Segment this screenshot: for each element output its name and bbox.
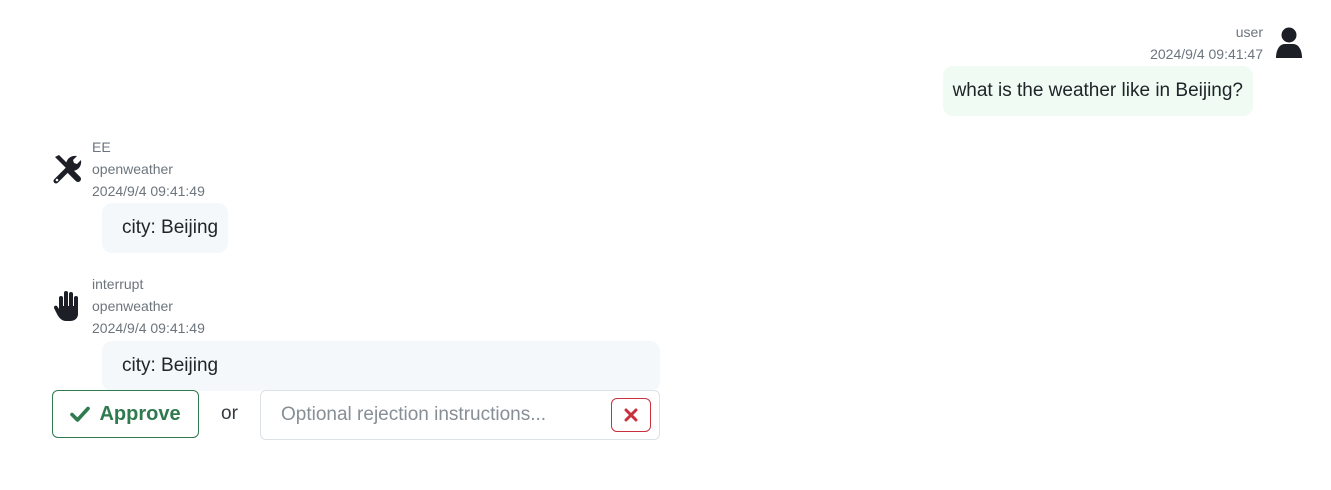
interrupt-timestamp: 2024/9/4 09:41:49: [92, 320, 205, 336]
interrupt-bubble: city: Beijing: [102, 341, 660, 391]
approve-label: Approve: [99, 402, 181, 425]
tool-call-label: EE: [92, 139, 111, 155]
x-icon: [624, 408, 638, 422]
user-message-meta: user 2024/9/4 09:41:47: [1150, 21, 1263, 65]
reject-button[interactable]: [611, 398, 651, 432]
rejection-form: [260, 390, 660, 440]
tool-call-bubble: city: Beijing: [102, 203, 229, 253]
user-message-timestamp: 2024/9/4 09:41:47: [1150, 46, 1263, 62]
tools-icon: [52, 153, 84, 190]
interrupt-label: interrupt: [92, 276, 144, 292]
or-label: or: [221, 403, 238, 424]
user-icon: [1275, 27, 1303, 59]
rejection-instructions-input[interactable]: [281, 401, 601, 429]
approve-button[interactable]: Approve: [52, 390, 199, 438]
user-sender-name: user: [1235, 24, 1263, 40]
tool-call-meta: EE openweather 2024/9/4 09:41:49: [92, 136, 205, 202]
interrupt-meta: interrupt openweather 2024/9/4 09:41:49: [92, 273, 205, 339]
user-message-bubble: what is the weather like in Beijing?: [942, 66, 1253, 116]
tool-call-timestamp: 2024/9/4 09:41:49: [92, 183, 205, 199]
check-icon: [70, 406, 91, 422]
hand-icon: [53, 290, 82, 327]
tool-call-tool-name: openweather: [92, 161, 173, 177]
interrupt-tool-name: openweather: [92, 298, 173, 314]
